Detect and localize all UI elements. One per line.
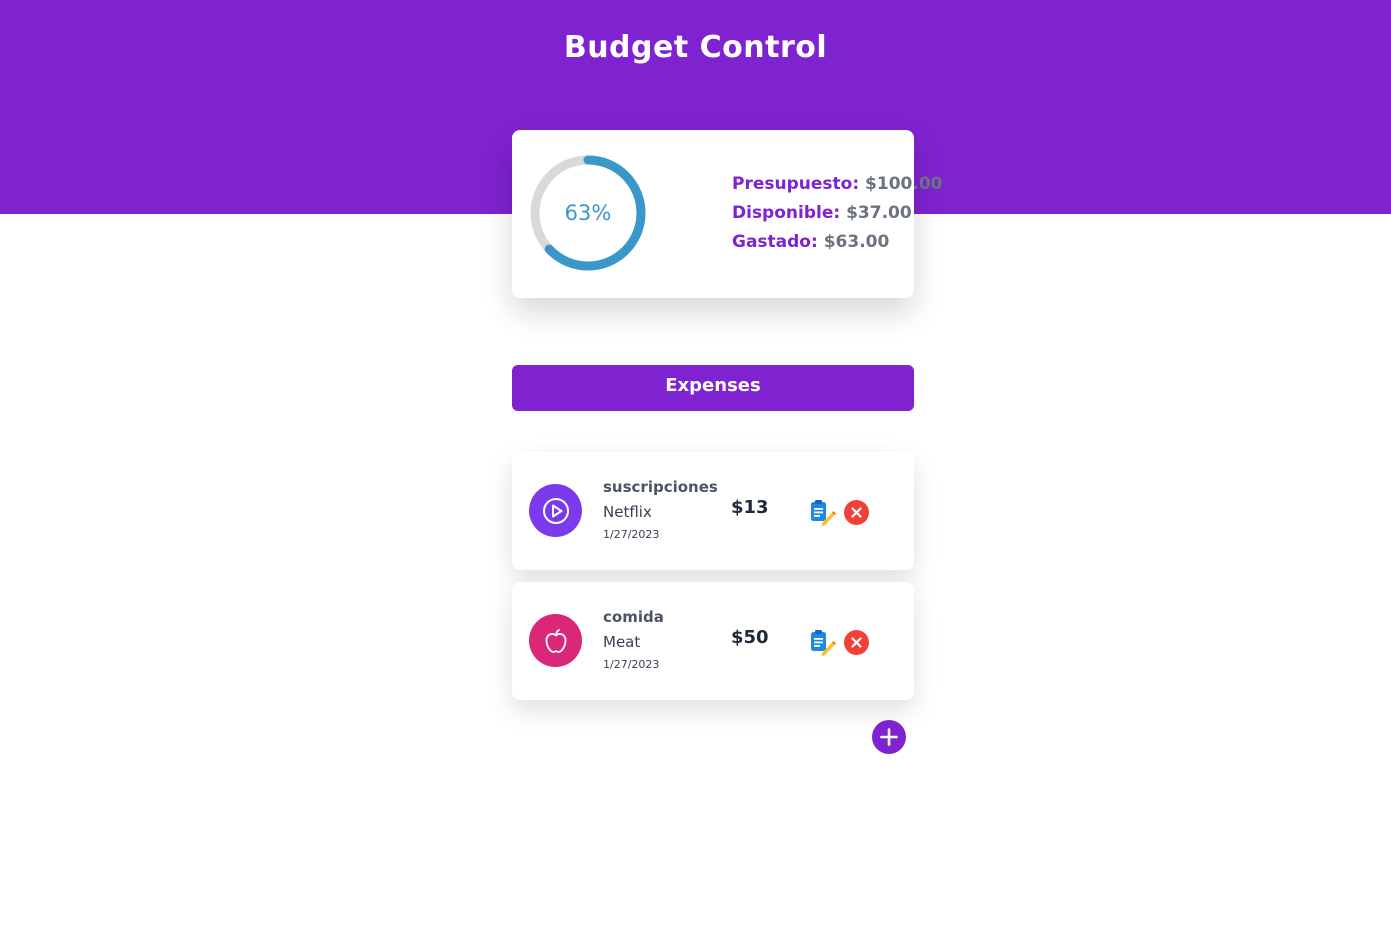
stat-disponible: Disponible: $37.00 bbox=[732, 199, 942, 228]
expense-name: Netflix bbox=[603, 503, 652, 521]
plus-icon bbox=[880, 728, 898, 746]
page-title: Budget Control bbox=[563, 30, 828, 65]
stat-gastado: Gastado: $63.00 bbox=[732, 228, 942, 257]
stat-value: $37.00 bbox=[846, 203, 912, 223]
expenses-header: Expenses bbox=[512, 365, 914, 411]
stat-value: $100.00 bbox=[865, 174, 943, 194]
expense-date: 1/27/2023 bbox=[603, 528, 660, 541]
expense-name: Meat bbox=[603, 633, 641, 651]
budget-progress-label: 63% bbox=[564, 201, 612, 225]
close-icon bbox=[851, 507, 862, 518]
delete-expense-button[interactable] bbox=[844, 630, 869, 655]
stat-label: Gastado: bbox=[732, 232, 818, 252]
stat-value: $63.00 bbox=[823, 232, 890, 252]
clipboard-edit-icon bbox=[811, 500, 836, 526]
add-expense-button[interactable] bbox=[872, 720, 906, 754]
apple-icon bbox=[529, 614, 582, 667]
expense-date: 1/27/2023 bbox=[603, 658, 660, 671]
expense-amount: $50 bbox=[731, 627, 769, 648]
stat-label: Disponible: bbox=[732, 203, 841, 223]
edit-expense-button[interactable] bbox=[808, 628, 836, 656]
expense-item[interactable]: comida Meat 1/27/2023 $50 bbox=[512, 582, 914, 700]
expense-amount: $13 bbox=[731, 497, 769, 518]
expense-item[interactable]: suscripciones Netflix 1/27/2023 $13 bbox=[512, 452, 914, 570]
delete-expense-button[interactable] bbox=[844, 500, 869, 525]
close-icon bbox=[851, 637, 862, 648]
expense-category: suscripciones bbox=[603, 478, 718, 496]
clipboard-edit-icon bbox=[811, 630, 836, 656]
budget-stats: Presupuesto: $100.00 Disponible: $37.00 … bbox=[732, 170, 942, 257]
edit-expense-button[interactable] bbox=[808, 498, 836, 526]
budget-summary-card: 63% Presupuesto: $100.00 Disponible: $37… bbox=[512, 130, 942, 298]
stat-presupuesto: Presupuesto: $100.00 bbox=[732, 170, 942, 199]
stat-label: Presupuesto: bbox=[732, 174, 860, 194]
play-circle-icon bbox=[529, 484, 582, 537]
expense-category: comida bbox=[603, 608, 664, 626]
